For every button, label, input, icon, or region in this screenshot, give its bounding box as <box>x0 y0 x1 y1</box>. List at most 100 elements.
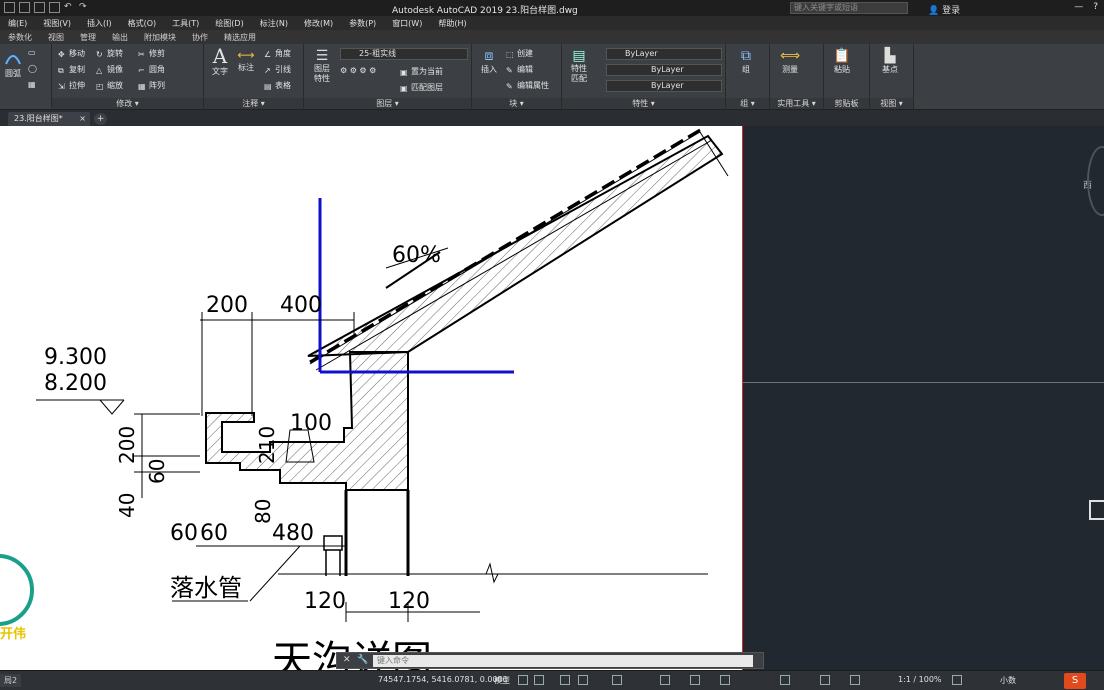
units-dropdown[interactable]: 小数 <box>1000 675 1016 686</box>
osnap-icon[interactable] <box>612 675 622 685</box>
polar-icon[interactable] <box>578 675 588 685</box>
menu-modify[interactable]: 修改(M) <box>296 16 341 30</box>
annotation-visibility-icon[interactable] <box>850 675 860 685</box>
panel-annotation-title[interactable]: 注释 ▾ <box>204 98 303 109</box>
move-button[interactable]: ✥ 移动 <box>58 48 85 59</box>
lineweight-icon[interactable] <box>690 675 700 685</box>
insert-button[interactable]: ⧈ 插入 <box>476 48 502 75</box>
command-input[interactable]: 键入命令 <box>373 655 753 667</box>
panel-view-title[interactable]: 视图 ▾ <box>870 98 913 109</box>
array-button[interactable]: ▦ 阵列 <box>138 80 165 91</box>
close-icon[interactable]: × <box>79 112 86 126</box>
layer-properties-button[interactable]: ☰ 图层 特性 <box>308 48 336 84</box>
set-current-button[interactable]: ▣ 置为当前 <box>400 66 443 77</box>
edit-attributes-label: 编辑属性 <box>517 81 549 90</box>
hatch-button[interactable]: ▦ <box>28 80 36 89</box>
tab-featured-apps[interactable]: 精选应用 <box>216 30 264 44</box>
print-icon[interactable] <box>49 2 60 13</box>
layer-dropdown[interactable]: 25-粗实线 <box>340 48 468 60</box>
dimension-button[interactable]: ⟷ 标注 <box>234 48 258 73</box>
navigation-bar-icon[interactable] <box>1089 500 1104 520</box>
ortho-icon[interactable] <box>560 675 570 685</box>
annotation-scale-icon[interactable] <box>820 675 830 685</box>
match-properties-button[interactable]: ▤ 特性 匹配 <box>566 48 592 84</box>
group-button[interactable]: ⧉ 组 <box>732 48 760 75</box>
stretch-button[interactable]: ⇲ 拉伸 <box>58 80 85 91</box>
panel-modify-title[interactable]: 修改 ▾ <box>52 98 203 109</box>
model-space-button[interactable]: 模型 <box>494 675 510 686</box>
basepoint-button[interactable]: ▙ 基点 <box>876 48 904 75</box>
help-icon[interactable]: ? <box>1093 2 1098 12</box>
tab-parametric[interactable]: 参数化 <box>0 30 40 44</box>
grid-icon[interactable] <box>518 675 528 685</box>
redo-icon[interactable]: ↷ <box>79 2 90 13</box>
lineweight-dropdown[interactable]: ByLayer <box>606 80 722 92</box>
layout-tab[interactable]: 局2 <box>0 674 22 687</box>
open-file-icon[interactable] <box>19 2 30 13</box>
secondary-viewport[interactable]: 西 <box>742 126 1104 670</box>
edit-attributes-button[interactable]: ✎ 编辑属性 <box>506 80 549 91</box>
copy-button[interactable]: ⧉ 复制 <box>58 64 85 75</box>
trim-button[interactable]: ✂ 修剪 <box>138 48 165 59</box>
file-tab-active[interactable]: 23.阳台样图* × <box>8 112 90 126</box>
otrack-icon[interactable] <box>660 675 670 685</box>
panel-block-title[interactable]: 块 ▾ <box>472 98 561 109</box>
scale-button[interactable]: ◰ 缩放 <box>96 80 123 91</box>
new-tab-button[interactable]: + <box>94 113 107 125</box>
fillet-button[interactable]: ⌐ 圆角 <box>138 64 165 75</box>
panel-layers-title[interactable]: 图层 ▾ <box>304 98 471 109</box>
tab-addins[interactable]: 附加模块 <box>136 30 184 44</box>
text-button[interactable]: A 文字 <box>208 46 232 77</box>
menu-parametric[interactable]: 参数(P) <box>341 16 384 30</box>
layer-tools-row[interactable]: ⚙ ⚙ ⚙ ⚙ <box>340 66 376 75</box>
angle-button[interactable]: ∠ 角度 <box>264 48 291 59</box>
close-command-icon[interactable]: ✕ <box>343 655 351 665</box>
workspace-gear-icon[interactable] <box>952 675 962 685</box>
linetype-dropdown[interactable]: ByLayer <box>606 64 722 76</box>
menu-draw[interactable]: 绘图(D) <box>207 16 251 30</box>
snap-icon[interactable] <box>534 675 544 685</box>
tab-output[interactable]: 输出 <box>104 30 136 44</box>
login-button[interactable]: 👤 登录 <box>928 3 960 16</box>
drawing-canvas[interactable]: 200 400 60% 9.300 8.200 100 60 60 480 12… <box>0 126 742 670</box>
tab-view[interactable]: 视图 <box>40 30 72 44</box>
edit-block-button[interactable]: ✎ 编辑 <box>506 64 533 75</box>
ellipse-button[interactable]: ◯ <box>28 64 37 73</box>
menu-view[interactable]: 视图(V) <box>35 16 79 30</box>
tab-manage[interactable]: 管理 <box>72 30 104 44</box>
table-button[interactable]: ▤ 表格 <box>264 80 291 91</box>
menu-dimension[interactable]: 标注(N) <box>252 16 296 30</box>
rectangle-button[interactable]: ▭ <box>28 48 36 57</box>
annotation-scale[interactable]: 1:1 / 100% <box>898 675 942 684</box>
transparency-icon[interactable] <box>720 675 730 685</box>
panel-properties-title[interactable]: 特性 ▾ <box>562 98 725 109</box>
selection-cycling-icon[interactable] <box>780 675 790 685</box>
sogou-ime-icon[interactable]: S <box>1064 673 1086 689</box>
create-block-button[interactable]: ⬚ 创建 <box>506 48 533 59</box>
panel-groups-title[interactable]: 组 ▾ <box>726 98 769 109</box>
new-file-icon[interactable] <box>4 2 15 13</box>
arc-button[interactable]: 圆弧 <box>2 48 24 79</box>
menu-edit[interactable]: 编(E) <box>0 16 35 30</box>
color-dropdown[interactable]: ByLayer <box>606 48 722 60</box>
menu-help[interactable]: 帮助(H) <box>430 16 474 30</box>
tab-collaborate[interactable]: 协作 <box>184 30 216 44</box>
minimize-icon[interactable]: — <box>1074 2 1083 12</box>
menu-tools[interactable]: 工具(T) <box>164 16 207 30</box>
leader-button[interactable]: ↗ 引线 <box>264 64 291 75</box>
match-layer-button[interactable]: ▣ 匹配图层 <box>400 82 443 93</box>
panel-utilities-title[interactable]: 实用工具 ▾ <box>770 98 823 109</box>
copy-icon: ⧉ <box>58 66 64 75</box>
measure-button[interactable]: ⟺ 测量 <box>776 48 804 75</box>
undo-icon[interactable]: ↶ <box>64 2 75 13</box>
save-icon[interactable] <box>34 2 45 13</box>
menu-window[interactable]: 窗口(W) <box>384 16 430 30</box>
menu-insert[interactable]: 插入(I) <box>79 16 120 30</box>
wrench-icon[interactable]: 🔧 <box>357 655 368 665</box>
search-input[interactable]: 键入关键字或短语 <box>790 2 908 14</box>
paste-button[interactable]: 📋 粘贴 <box>828 48 856 75</box>
menu-format[interactable]: 格式(O) <box>120 16 165 30</box>
array-icon: ▦ <box>138 82 146 91</box>
mirror-button[interactable]: △ 镜像 <box>96 64 123 75</box>
rotate-button[interactable]: ↻ 旋转 <box>96 48 123 59</box>
